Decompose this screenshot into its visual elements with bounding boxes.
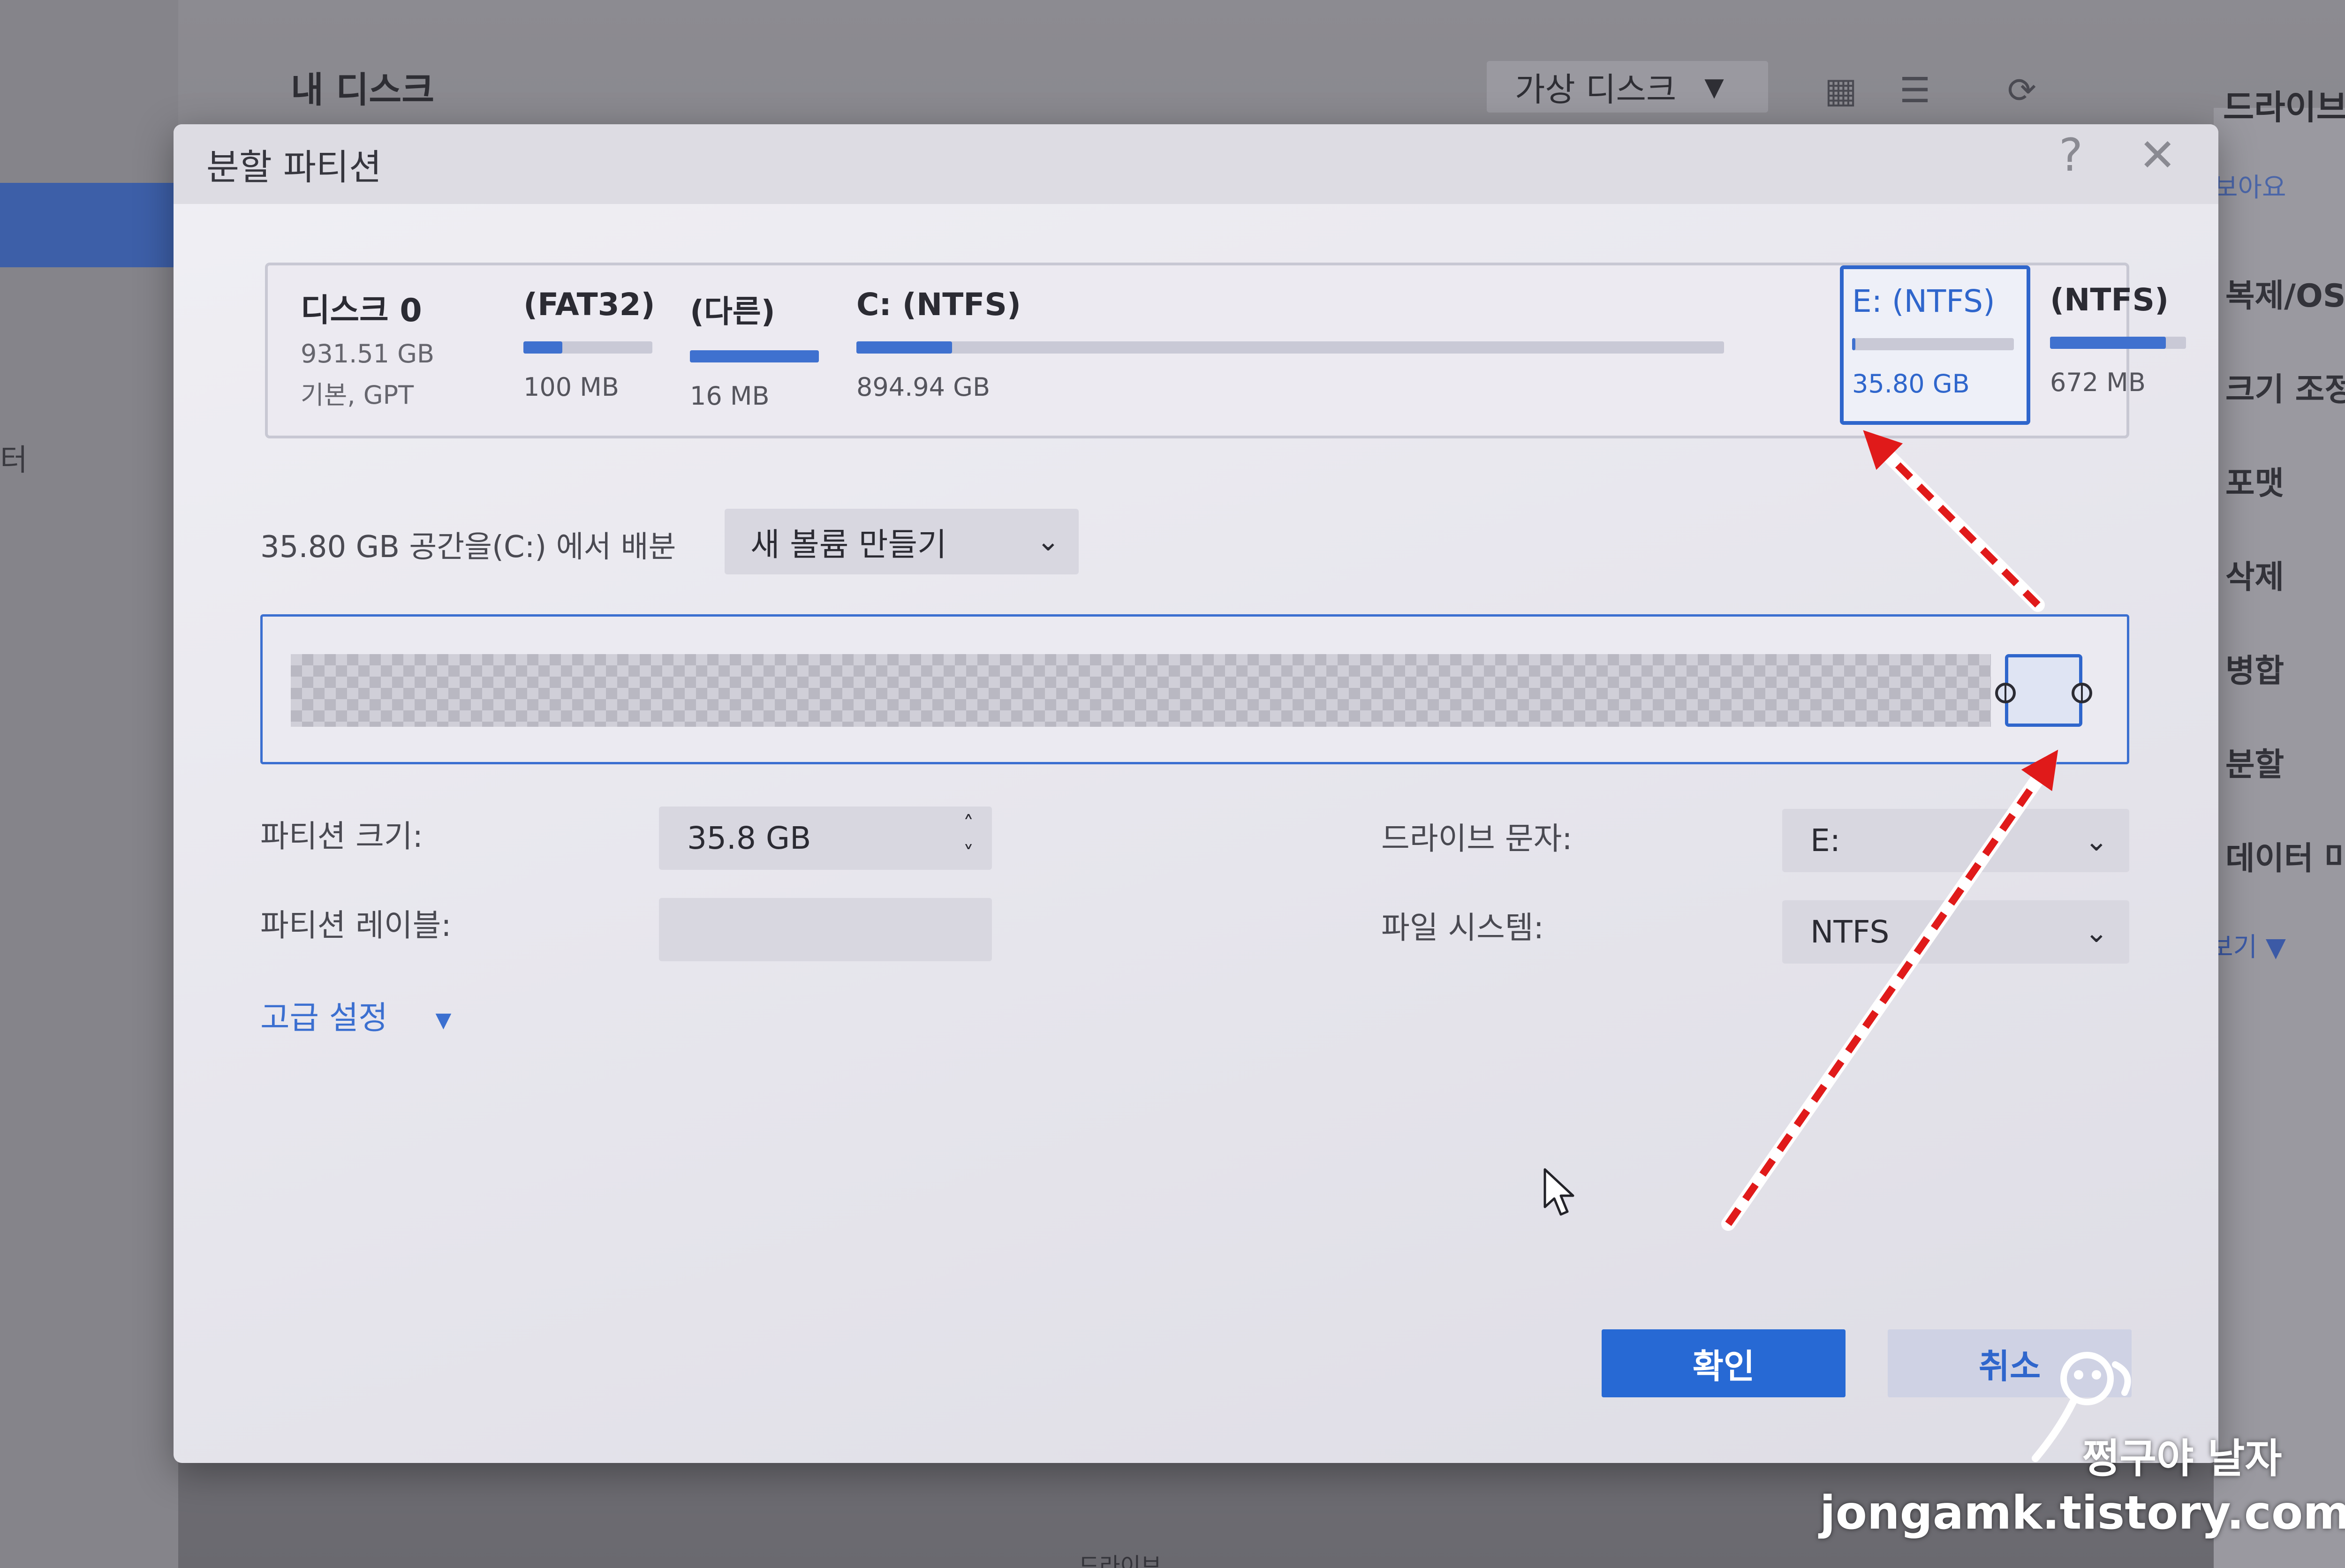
split-partition-dialog: 분할 파티션 ? ✕ 디스크 0 931.51 GB 기본, GPT (FAT3…	[174, 124, 2218, 1463]
partition-usage-bar	[856, 341, 1724, 354]
partition-usage-fill	[690, 350, 819, 362]
page-title: 내 디스크	[291, 69, 435, 111]
close-icon[interactable]: ✕	[2139, 129, 2176, 181]
ok-button[interactable]: 확인	[1602, 1329, 1846, 1397]
partition-size: 672 MB	[2050, 368, 2146, 397]
partition-name: (FAT32)	[523, 286, 655, 323]
bottom-status-text: 드라이브	[1079, 1553, 1162, 1568]
partition-resize-area	[260, 614, 2129, 764]
partition-ntfs-recovery[interactable]: (NTFS) 672 MB	[2050, 282, 2186, 397]
action-split[interactable]: 분할	[2225, 739, 2284, 785]
virtual-disk-select[interactable]: 가상 디스크 ▼	[1487, 61, 1768, 113]
partition-size-label: 파티션 크기:	[260, 818, 423, 854]
partition-usage-fill	[2050, 337, 2166, 349]
dialog-title: 분할 파티션	[206, 146, 382, 188]
partition-usage-bar	[1852, 338, 2014, 350]
advanced-settings-toggle[interactable]: 고급 설정 ▼	[260, 992, 451, 1038]
triangle-down-icon: ▼	[435, 1008, 452, 1032]
file-system-label: 파일 시스템:	[1381, 910, 1544, 946]
caret-down-icon: ▼	[2265, 932, 2286, 963]
caret-down-icon: ▼	[1704, 72, 1724, 102]
size-stepper[interactable]: ˄ ˅	[954, 813, 983, 865]
chevron-down-icon: ⌄	[2084, 825, 2108, 858]
disk-size: 931.51 GB	[301, 339, 435, 369]
partition-size-input[interactable]: 35.8 GB ˄ ˅	[659, 807, 992, 870]
left-sidebar-active-item[interactable]	[0, 183, 178, 267]
partition-size: 35.80 GB	[1852, 369, 1970, 399]
virtual-disk-select-label: 가상 디스크	[1515, 70, 1677, 109]
action-format[interactable]: 포맷	[2225, 457, 2284, 504]
watermark-title: 쩡구야 날자	[2082, 1435, 2282, 1482]
partition-label-input[interactable]	[659, 898, 992, 961]
right-panel-subtitle: 보아요	[2214, 173, 2286, 203]
disk-name: 디스크 0	[301, 292, 422, 329]
chevron-up-icon[interactable]: ˄	[963, 813, 974, 835]
partition-name: C: (NTFS)	[856, 286, 1021, 323]
action-merge[interactable]: 병합	[2225, 645, 2284, 691]
mouse-pointer-icon	[1543, 1168, 1574, 1216]
more-actions-link[interactable]: 보기 ▼	[2209, 926, 2286, 964]
partition-size: 100 MB	[523, 372, 619, 402]
partition-usage-bar	[2050, 337, 2186, 349]
partition-e-selected[interactable]: E: (NTFS) 35.80 GB	[1840, 265, 2030, 425]
partition-usage-bar	[690, 350, 819, 362]
drive-letter-select[interactable]: E: ⌄	[1782, 809, 2129, 872]
partition-e: E: (NTFS) 35.80 GB	[1852, 283, 2014, 399]
allocation-select[interactable]: 새 볼륨 만들기 ⌄	[725, 509, 1079, 574]
resize-handle-right[interactable]	[2072, 683, 2092, 703]
action-data[interactable]: 데이터 마	[2225, 832, 2345, 879]
drive-letter-label: 드라이브 문자:	[1381, 821, 1573, 857]
partition-c[interactable]: C: (NTFS) 894.94 GB	[856, 286, 1724, 402]
partition-size: 16 MB	[690, 381, 770, 411]
unallocated-space-track	[291, 654, 1991, 727]
file-system-value: NTFS	[1810, 914, 1890, 950]
action-resize[interactable]: 크기 조정	[2225, 363, 2345, 410]
list-view-icon[interactable]: ☰	[1899, 70, 1930, 111]
grid-view-icon[interactable]: ▦	[1824, 70, 1857, 111]
partition-usage-fill	[523, 341, 562, 354]
left-sidebar-text: 터	[0, 443, 28, 478]
partition-name: (NTFS)	[2050, 282, 2169, 318]
allocation-text: 35.80 GB 공간을(C:) 에서 배분	[260, 530, 676, 565]
refresh-icon[interactable]: ⟳	[2007, 70, 2036, 111]
chevron-down-icon[interactable]: ˅	[963, 843, 974, 865]
drive-letter-value: E:	[1810, 822, 1840, 859]
partition-fat32[interactable]: (FAT32) 100 MB	[523, 286, 655, 402]
partition-usage-bar	[523, 341, 652, 354]
watermark-url: jongamk.tistory.com	[1820, 1486, 2345, 1540]
disk-info: 디스크 0 931.51 GB 기본, GPT	[301, 284, 434, 411]
partition-usage-fill	[856, 341, 952, 354]
partition-name: (다른)	[690, 294, 775, 330]
partition-usage-fill	[1852, 338, 1855, 350]
partition-other[interactable]: (다른) 16 MB	[690, 286, 819, 411]
help-icon[interactable]: ?	[2059, 129, 2083, 181]
chevron-down-icon: ⌄	[2084, 916, 2108, 949]
file-system-select[interactable]: NTFS ⌄	[1782, 900, 2129, 964]
partition-name: E: (NTFS)	[1852, 283, 1995, 319]
chevron-down-icon: ⌄	[1036, 525, 1060, 558]
partition-size: 894.94 GB	[856, 372, 991, 402]
disk-map: 디스크 0 931.51 GB 기본, GPT (FAT32) 100 MB (…	[265, 263, 2186, 438]
disk-type: 기본, GPT	[301, 380, 414, 410]
allocation-select-value: 새 볼륨 만들기	[750, 526, 947, 564]
advanced-settings-label: 고급 설정	[260, 1000, 388, 1037]
right-panel-title: 드라이브	[2223, 88, 2345, 127]
partition-label-label: 파티션 레이블:	[260, 907, 452, 943]
partition-size-value: 35.8 GB	[687, 820, 811, 856]
action-clone[interactable]: 복제/OS	[2225, 270, 2345, 316]
dialog-header: 분할 파티션 ? ✕	[174, 124, 2218, 204]
new-partition-block[interactable]	[1995, 654, 2092, 727]
resize-handle-left[interactable]	[1995, 683, 2016, 703]
action-delete[interactable]: 삭제	[2225, 551, 2284, 597]
